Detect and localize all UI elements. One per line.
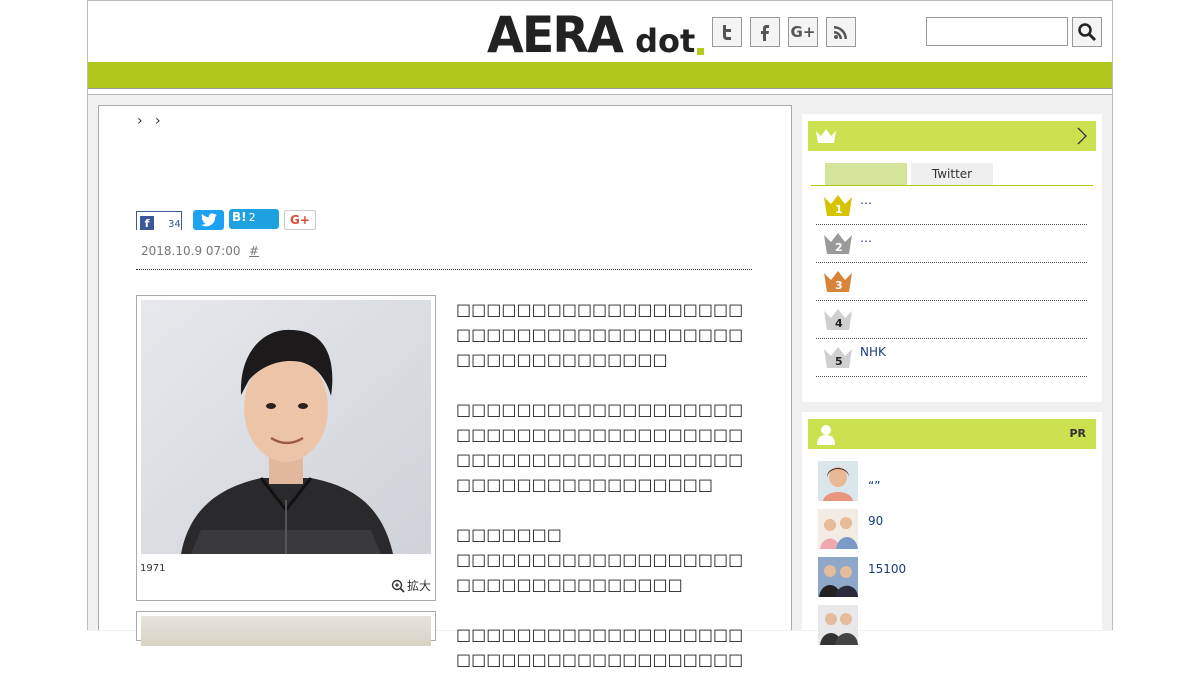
ranking-item-title[interactable]: … [860, 193, 872, 207]
facebook-share-count: 34 [168, 218, 181, 230]
pr-thumbnail[interactable] [818, 509, 858, 549]
crown-icon [816, 129, 836, 143]
twitter-bird-icon [200, 213, 217, 227]
global-nav-bar [88, 62, 1112, 89]
search-input[interactable] [926, 17, 1068, 46]
twitter-share-button[interactable] [193, 210, 224, 230]
site-logo[interactable]: AERA dot [487, 5, 705, 64]
logo-period-mark [697, 48, 705, 55]
pr-thumbnail[interactable] [818, 605, 858, 645]
facebook-icon[interactable] [750, 17, 780, 47]
ranking-header[interactable] [808, 121, 1096, 151]
search-button[interactable] [1072, 17, 1102, 47]
pr-item[interactable]: 15100 [818, 557, 1088, 599]
article-date: 2018.10.9 07:00 [141, 244, 241, 258]
rank-number: 2 [835, 241, 843, 254]
chevron-right-icon [1077, 127, 1087, 145]
google-plus-label: G+ [790, 23, 816, 41]
article-paragraph: □□□□□□□□□□□□□□□□□□□□□□□□□□□□□□□□□□ [456, 550, 744, 594]
article-photo-box: 1971 拡大 [136, 295, 436, 601]
zoom-in-icon [391, 579, 405, 593]
ranking-tab-twitter[interactable]: Twitter [911, 163, 993, 185]
pr-item-title[interactable]: “” [868, 479, 880, 493]
google-plus-icon[interactable]: G+ [788, 17, 818, 47]
pr-item-title[interactable]: 15100 [868, 562, 906, 576]
rank-number: 1 [835, 203, 843, 216]
article-paragraph: □□□□□□□□□□□□□□□□□□□□□□□□□□□□□□□□□□□□□□□□… [456, 300, 744, 369]
rank-number: 3 [835, 279, 843, 292]
hatena-count: 2 [248, 210, 256, 224]
ranking-item[interactable]: 5 NHK [816, 338, 1087, 377]
article-divider [136, 269, 752, 270]
pr-item[interactable] [818, 605, 1088, 647]
pr-item-title[interactable]: 90 [868, 514, 883, 528]
pr-item[interactable]: “” [818, 461, 1088, 503]
article-body: □□□□□□□□□□□□□□□□□□□□□□□□□□□□□□□□□□□□□□□□… [456, 297, 752, 697]
twitter-icon[interactable] [712, 17, 742, 47]
rank-number: 4 [835, 317, 843, 330]
logo-main-text: AERA [487, 6, 624, 64]
article-photo-box-2 [136, 611, 436, 646]
pr-item[interactable]: 90 [818, 509, 1088, 551]
ranking-tab-access[interactable] [825, 163, 907, 185]
ranking-item[interactable]: 4 [816, 300, 1087, 339]
rss-icon[interactable] [826, 17, 856, 47]
article-photo-2[interactable] [141, 616, 431, 646]
search-icon [1078, 23, 1097, 42]
google-plus-share-button[interactable]: G+ [284, 210, 316, 230]
zoom-button[interactable]: 拡大 [391, 577, 431, 594]
pr-thumbnail[interactable] [818, 557, 858, 597]
rank-number: 5 [835, 355, 843, 368]
google-plus-share-label: G+ [290, 213, 310, 227]
article-paragraph: □□□□□□□ [456, 525, 562, 544]
person-icon [817, 425, 835, 445]
hatena-label: B! [232, 210, 247, 224]
pr-thumbnail[interactable] [818, 461, 858, 501]
hatena-bookmark-button[interactable]: B! 2 [229, 209, 279, 229]
ranking-item[interactable]: 2… [816, 224, 1087, 263]
facebook-icon: f [140, 215, 154, 230]
article-photo[interactable] [141, 300, 431, 554]
article-paragraph: □□□□□□□□□□□□□□□□□□□□□□□□□□□□□□□□□□□□□□□□… [456, 400, 744, 494]
pr-label: PR [1069, 427, 1086, 440]
ranking-item-title[interactable]: NHK [860, 345, 886, 359]
pr-header: PR [808, 419, 1096, 449]
ranking-item[interactable]: 3 [816, 262, 1087, 301]
ranking-item[interactable]: 1… [816, 186, 1087, 225]
photo-caption: 1971 [140, 563, 166, 574]
facebook-share-button[interactable]: f 34 [136, 211, 182, 230]
zoom-label: 拡大 [406, 579, 431, 593]
article-hash-link[interactable]: # [249, 244, 259, 258]
logo-sub-text: dot [635, 22, 696, 60]
breadcrumb-separator: › [155, 113, 161, 129]
breadcrumb-separator: › [137, 113, 143, 129]
ranking-item-title[interactable]: … [860, 231, 872, 245]
